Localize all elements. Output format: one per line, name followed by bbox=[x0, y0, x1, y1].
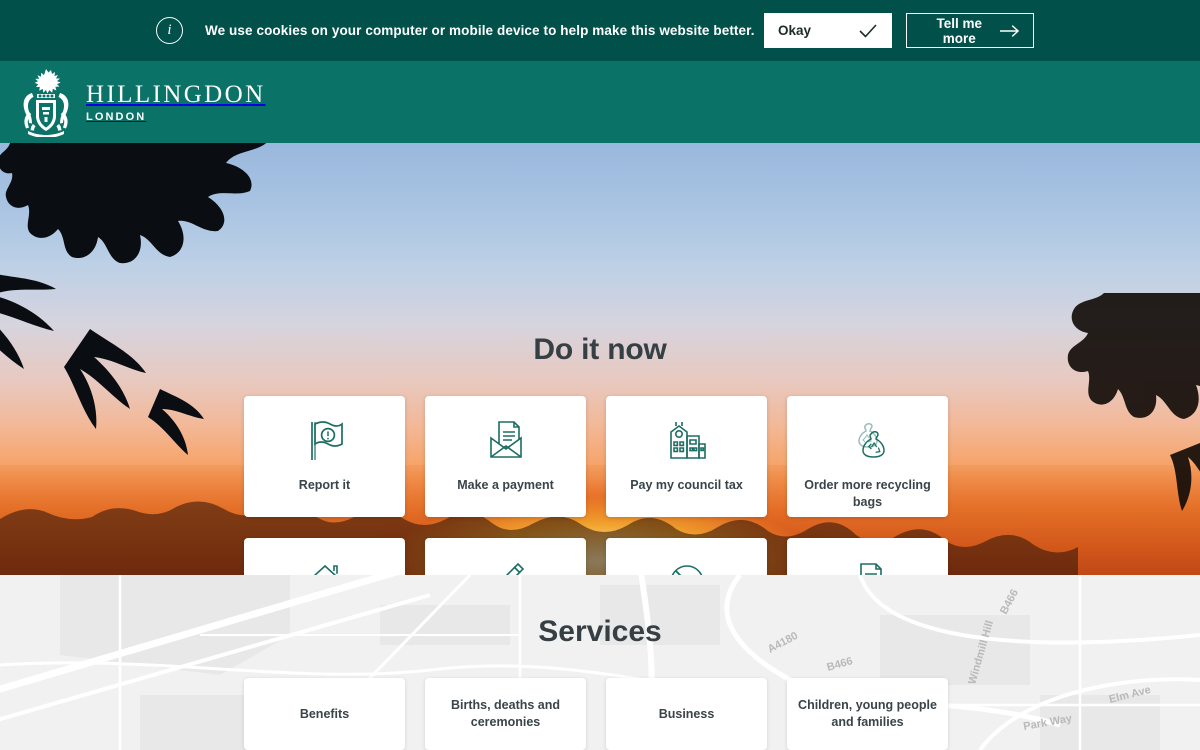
services-tiles: Benefits Births, deaths and ceremonies B… bbox=[244, 678, 968, 750]
service-tile-label: Business bbox=[659, 706, 715, 723]
cookie-banner: i We use cookies on your computer or mob… bbox=[0, 0, 1200, 61]
service-tile-children-young-people-and-families[interactable]: Children, young people and families bbox=[787, 678, 948, 750]
arrow-right-icon bbox=[999, 24, 1021, 38]
tile-label: Pay my council tax bbox=[621, 477, 752, 494]
envelope-document-icon bbox=[482, 414, 530, 466]
hero-heading: Do it now bbox=[0, 333, 1200, 367]
tile-pay-my-rent[interactable]: Pay my rent bbox=[244, 538, 405, 575]
cookie-message-group: i We use cookies on your computer or mob… bbox=[0, 17, 755, 44]
check-icon bbox=[858, 23, 878, 39]
tile-pay-or-challenge-my-parking-ticket[interactable]: Pay or challenge my parking ticket bbox=[606, 538, 767, 575]
cookie-more-button[interactable]: Tell me more bbox=[906, 13, 1034, 48]
services-heading: Services bbox=[0, 615, 1200, 649]
service-tile-label: Benefits bbox=[300, 706, 349, 723]
cookie-accept-button[interactable]: Okay bbox=[764, 13, 892, 48]
no-parking-car-icon bbox=[663, 556, 711, 575]
buildings-icon bbox=[663, 414, 711, 466]
tile-pay-my-council-tax[interactable]: Pay my council tax bbox=[606, 396, 767, 517]
flag-alert-icon bbox=[301, 414, 349, 466]
info-icon: i bbox=[156, 17, 183, 44]
logo-wordmark: HILLINGDON LONDON bbox=[86, 82, 266, 123]
tile-order-more-recycling-bags[interactable]: Order more recycling bags bbox=[787, 396, 948, 517]
do-it-now-tiles: Report it Make a payment bbox=[244, 396, 968, 575]
tile-make-a-payment[interactable]: Make a payment bbox=[425, 396, 586, 517]
logo-name: HILLINGDON bbox=[86, 82, 266, 107]
service-tile-births-deaths-and-ceremonies[interactable]: Births, deaths and ceremonies bbox=[425, 678, 586, 750]
cookie-actions: Okay Tell me more bbox=[764, 13, 1034, 48]
tile-label: Report it bbox=[290, 477, 359, 494]
hand-house-pound-icon bbox=[301, 556, 349, 575]
tile-sign-up-for-council-e-newsletters[interactable]: Sign up for council e-newsletters bbox=[787, 538, 948, 575]
tile-label: Make a payment bbox=[448, 477, 563, 494]
service-tile-label: Births, deaths and ceremonies bbox=[435, 697, 576, 731]
tile-label: Order more recycling bags bbox=[787, 477, 948, 510]
tile-request-a-repair[interactable]: Request a repair bbox=[425, 538, 586, 575]
envelope-document-icon bbox=[844, 556, 892, 575]
logo-sub: LONDON bbox=[86, 111, 266, 123]
recycling-bags-icon bbox=[844, 414, 892, 466]
cookie-message: We use cookies on your computer or mobil… bbox=[205, 23, 755, 38]
coat-of-arms-icon bbox=[20, 67, 72, 137]
service-tile-label: Children, young people and families bbox=[797, 697, 938, 731]
cookie-more-label: Tell me more bbox=[919, 16, 999, 46]
site-header: HILLINGDON LONDON My Account Events and … bbox=[0, 61, 1200, 143]
screwdriver-gear-icon bbox=[482, 556, 530, 575]
tile-report-it[interactable]: Report it bbox=[244, 396, 405, 517]
site-logo[interactable]: HILLINGDON LONDON bbox=[20, 67, 266, 137]
service-tile-benefits[interactable]: Benefits bbox=[244, 678, 405, 750]
hero-banner: Do it now Report it bbox=[0, 143, 1200, 575]
cookie-accept-label: Okay bbox=[778, 23, 811, 38]
service-tile-business[interactable]: Business bbox=[606, 678, 767, 750]
